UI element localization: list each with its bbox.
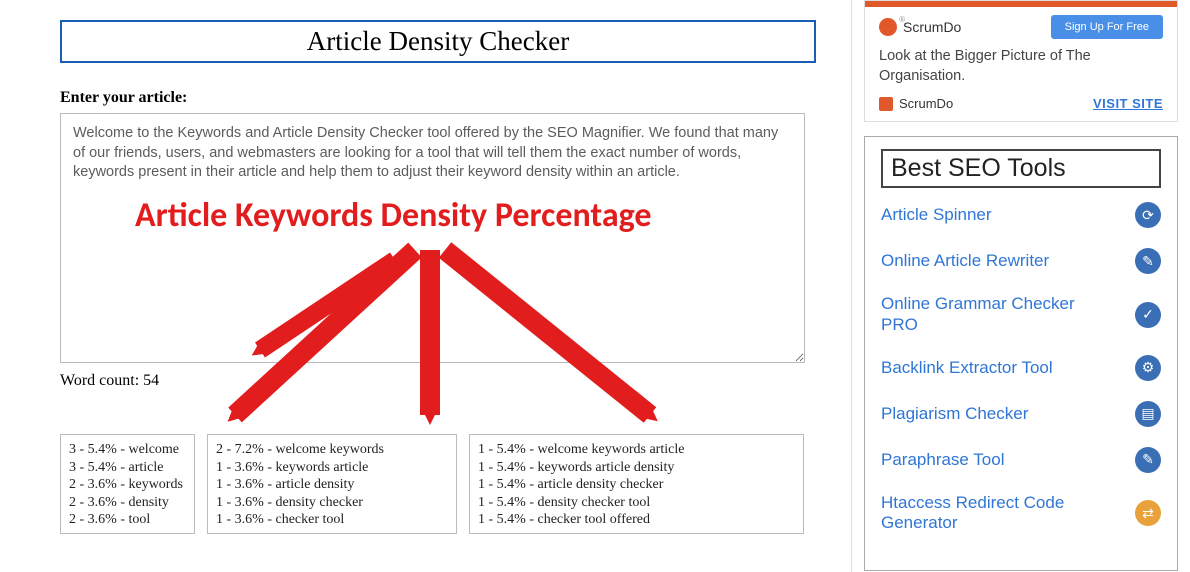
result-line: 3 - 5.4% - welcome: [69, 441, 186, 459]
ad-logo: ScrumDo: [879, 18, 961, 36]
ad-accent-bar: [865, 1, 1177, 7]
paraphrase-icon: ✎: [1135, 447, 1161, 473]
results-box-1gram[interactable]: 3 - 5.4% - welcome 3 - 5.4% - article 2 …: [60, 434, 195, 534]
tool-row: Online Grammar Checker PRO ✓: [881, 294, 1161, 335]
tool-row: Online Article Rewriter ✎: [881, 248, 1161, 274]
ad-logo-icon: [879, 18, 897, 36]
tool-link-plagiarism[interactable]: Plagiarism Checker: [881, 404, 1028, 424]
result-line: 1 - 5.4% - density checker tool: [478, 494, 795, 512]
sidebar: ScrumDo Sign Up For Free Look at the Big…: [852, 0, 1190, 572]
grammar-icon: ✓: [1135, 302, 1161, 328]
rewriter-icon: ✎: [1135, 248, 1161, 274]
tool-link-article-spinner[interactable]: Article Spinner: [881, 205, 992, 225]
page-title: Article Density Checker: [62, 26, 814, 57]
result-line: 1 - 3.6% - keywords article: [216, 459, 448, 477]
tools-heading: Best SEO Tools: [881, 149, 1161, 188]
result-line: 1 - 5.4% - keywords article density: [478, 459, 795, 477]
signup-button[interactable]: Sign Up For Free: [1051, 15, 1163, 39]
result-line: 2 - 7.2% - welcome keywords: [216, 441, 448, 459]
result-line: 1 - 5.4% - checker tool offered: [478, 511, 795, 529]
result-line: 1 - 3.6% - density checker: [216, 494, 448, 512]
results-row: 3 - 5.4% - welcome 3 - 5.4% - article 2 …: [60, 434, 816, 534]
result-line: 2 - 3.6% - keywords: [69, 476, 186, 494]
tool-row: Backlink Extractor Tool ⚙: [881, 355, 1161, 381]
ad-brand-name: ScrumDo: [903, 19, 961, 35]
article-textarea[interactable]: [60, 113, 805, 363]
tool-row: Plagiarism Checker ▤: [881, 401, 1161, 427]
results-box-3gram[interactable]: 1 - 5.4% - welcome keywords article 1 - …: [469, 434, 804, 534]
spinner-icon: ⟳: [1135, 202, 1161, 228]
visit-site-link[interactable]: VISIT SITE: [1093, 96, 1163, 111]
result-line: 2 - 3.6% - density: [69, 494, 186, 512]
result-line: 1 - 5.4% - article density checker: [478, 476, 795, 494]
ad-box: ScrumDo Sign Up For Free Look at the Big…: [864, 0, 1178, 122]
word-count: Word count: 54: [60, 372, 816, 390]
result-line: 3 - 5.4% - article: [69, 459, 186, 477]
tool-link-htaccess[interactable]: Htaccess Redirect Code Generator: [881, 493, 1116, 534]
ad-footer-brand: ScrumDo: [879, 96, 953, 111]
result-line: 1 - 5.4% - welcome keywords article: [478, 441, 795, 459]
tool-row: Htaccess Redirect Code Generator ⇄: [881, 493, 1161, 534]
tool-link-backlink[interactable]: Backlink Extractor Tool: [881, 358, 1053, 378]
result-line: 1 - 3.6% - checker tool: [216, 511, 448, 529]
result-line: 2 - 3.6% - tool: [69, 511, 186, 529]
textarea-label: Enter your article:: [60, 89, 816, 107]
result-line: 1 - 3.6% - article density: [216, 476, 448, 494]
tools-box: Best SEO Tools Article Spinner ⟳ Online …: [864, 136, 1178, 571]
results-box-2gram[interactable]: 2 - 7.2% - welcome keywords 1 - 3.6% - k…: [207, 434, 457, 534]
page-title-box: Article Density Checker: [60, 20, 816, 63]
ad-text: Look at the Bigger Picture of The Organi…: [879, 47, 1163, 86]
htaccess-icon: ⇄: [1135, 500, 1161, 526]
tool-row: Paraphrase Tool ✎: [881, 447, 1161, 473]
plagiarism-icon: ▤: [1135, 401, 1161, 427]
ad-mini-icon: [879, 97, 893, 111]
tool-link-grammar[interactable]: Online Grammar Checker PRO: [881, 294, 1116, 335]
tool-link-paraphrase[interactable]: Paraphrase Tool: [881, 450, 1005, 470]
tool-row: Article Spinner ⟳: [881, 202, 1161, 228]
main-content: Article Density Checker Enter your artic…: [0, 0, 852, 572]
tool-link-rewriter[interactable]: Online Article Rewriter: [881, 251, 1049, 271]
backlink-icon: ⚙: [1135, 355, 1161, 381]
